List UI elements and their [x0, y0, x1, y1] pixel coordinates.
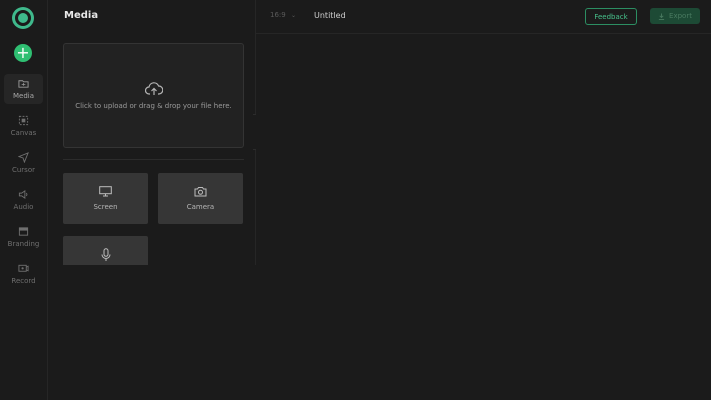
- aspect-ratio-select[interactable]: 16:9 ⌄: [270, 11, 296, 19]
- cloud-upload-icon: [144, 81, 163, 95]
- tile-label: Camera: [186, 203, 215, 211]
- camera-tile[interactable]: Camera: [158, 173, 243, 224]
- document-title[interactable]: Untitled: [314, 11, 346, 20]
- upload-hint: Click to upload or drag & drop your file…: [75, 101, 232, 110]
- download-icon: [658, 12, 665, 20]
- panel-title: Media: [64, 10, 99, 21]
- branding-icon: [18, 227, 29, 236]
- aspect-ratio-value: 16:9: [270, 11, 286, 19]
- sidebar-rail: + Media Canvas Cursor Audio Branding Rec…: [0, 0, 48, 400]
- export-label: Export: [669, 12, 692, 20]
- sidebar-item-label: Record: [11, 277, 36, 285]
- record-icon: [18, 264, 29, 272]
- microphone-icon: [101, 248, 110, 261]
- sidebar-item-label: Audio: [13, 203, 34, 211]
- chevron-down-icon: ⌄: [290, 12, 296, 19]
- sidebar-item-label: Cursor: [11, 166, 35, 174]
- folder-icon: [18, 80, 29, 88]
- camera-icon: [194, 187, 207, 197]
- top-bar: 16:9 ⌄ Untitled Feedback Export: [256, 0, 711, 34]
- upload-dropzone[interactable]: Click to upload or drag & drop your file…: [63, 43, 244, 148]
- sidebar-item-branding[interactable]: Branding: [4, 222, 43, 252]
- export-button[interactable]: Export: [650, 8, 700, 24]
- speaker-icon: [18, 189, 28, 200]
- preview-canvas[interactable]: [256, 34, 711, 265]
- monitor-icon: [99, 186, 112, 197]
- media-panel: Media Click to upload or drag & drop you…: [48, 0, 256, 265]
- add-button[interactable]: +: [14, 44, 32, 62]
- sidebar-item-label: Media: [12, 92, 35, 100]
- tile-label: Screen: [93, 203, 118, 211]
- divider: [63, 159, 244, 160]
- screen-tile[interactable]: Screen: [63, 173, 148, 224]
- cursor-icon: [18, 152, 29, 163]
- app-logo-icon[interactable]: [12, 7, 34, 29]
- timeline-area[interactable]: [48, 265, 711, 400]
- microphone-tile[interactable]: [63, 236, 148, 265]
- sidebar-item-record[interactable]: Record: [4, 259, 43, 289]
- sidebar-item-audio[interactable]: Audio: [4, 185, 43, 215]
- feedback-button[interactable]: Feedback: [585, 8, 637, 25]
- sidebar-item-label: Canvas: [10, 129, 37, 137]
- sidebar-item-canvas[interactable]: Canvas: [4, 111, 43, 141]
- sidebar-item-media[interactable]: Media: [4, 74, 43, 104]
- sidebar-item-label: Branding: [7, 240, 40, 248]
- canvas-icon: [18, 115, 29, 126]
- sidebar-item-cursor[interactable]: Cursor: [4, 148, 43, 178]
